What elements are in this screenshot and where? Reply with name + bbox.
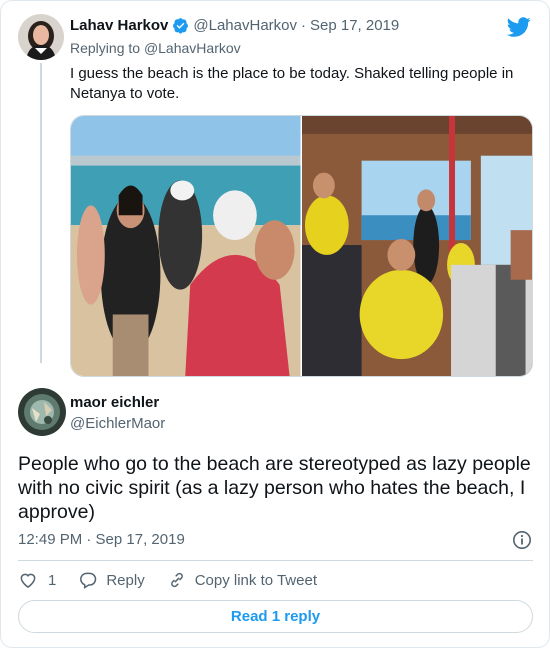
replying-to-handle[interactable]: @LahavHarkov bbox=[144, 40, 241, 56]
reply-timestamp[interactable]: 12:49 PM · Sep 17, 2019 bbox=[18, 531, 185, 548]
copy-link-label: Copy link to Tweet bbox=[194, 571, 317, 589]
reply-author-name[interactable]: maor eichler bbox=[70, 394, 159, 411]
like-count: 1 bbox=[48, 571, 57, 589]
reply-button[interactable]: Reply bbox=[78, 570, 145, 590]
tweet-actions-bar: 1 Reply Copy link to Tweet bbox=[18, 570, 339, 590]
like-button[interactable]: 1 bbox=[18, 570, 56, 590]
info-icon[interactable] bbox=[512, 530, 532, 550]
heart-icon bbox=[20, 573, 36, 588]
replying-prefix: Replying to bbox=[70, 40, 141, 56]
divider bbox=[18, 560, 533, 561]
read-replies-button[interactable]: Read 1 reply bbox=[18, 600, 533, 633]
lifeguard-tower-photo-right[interactable] bbox=[301, 116, 532, 376]
header-separator: · bbox=[301, 17, 306, 34]
tweet-media-gallery[interactable] bbox=[70, 115, 533, 377]
embedded-tweet-card: Lahav Harkov @LahavHarkov · Sep 17, 2019… bbox=[0, 0, 550, 648]
reply-author-handle[interactable]: @EichlerMaor bbox=[70, 415, 165, 432]
parent-tweet-text: I guess the beach is the place to be tod… bbox=[70, 65, 514, 102]
verified-badge-icon bbox=[173, 18, 189, 34]
thread-connector-line bbox=[40, 63, 42, 363]
twitter-bird-icon[interactable] bbox=[507, 15, 531, 39]
avatar-maor-eichler[interactable] bbox=[18, 388, 66, 436]
parent-author-handle[interactable]: @LahavHarkov bbox=[193, 17, 297, 34]
copy-link-button[interactable]: Copy link to Tweet bbox=[167, 570, 317, 590]
reply-label: Reply bbox=[106, 571, 145, 589]
replying-to-line: Replying to @LahavHarkov bbox=[70, 40, 241, 56]
parent-author-name[interactable]: Lahav Harkov bbox=[70, 17, 168, 34]
parent-tweet-header: Lahav Harkov @LahavHarkov · Sep 17, 2019 bbox=[70, 17, 399, 34]
avatar-lahav-harkov[interactable] bbox=[18, 14, 64, 60]
beach-photo-left[interactable] bbox=[71, 116, 301, 376]
link-icon bbox=[170, 572, 183, 588]
parent-tweet-date[interactable]: Sep 17, 2019 bbox=[310, 17, 399, 34]
reply-tweet-text: People who go to the beach are stereotyp… bbox=[18, 453, 531, 523]
reply-bubble-icon bbox=[80, 572, 97, 589]
